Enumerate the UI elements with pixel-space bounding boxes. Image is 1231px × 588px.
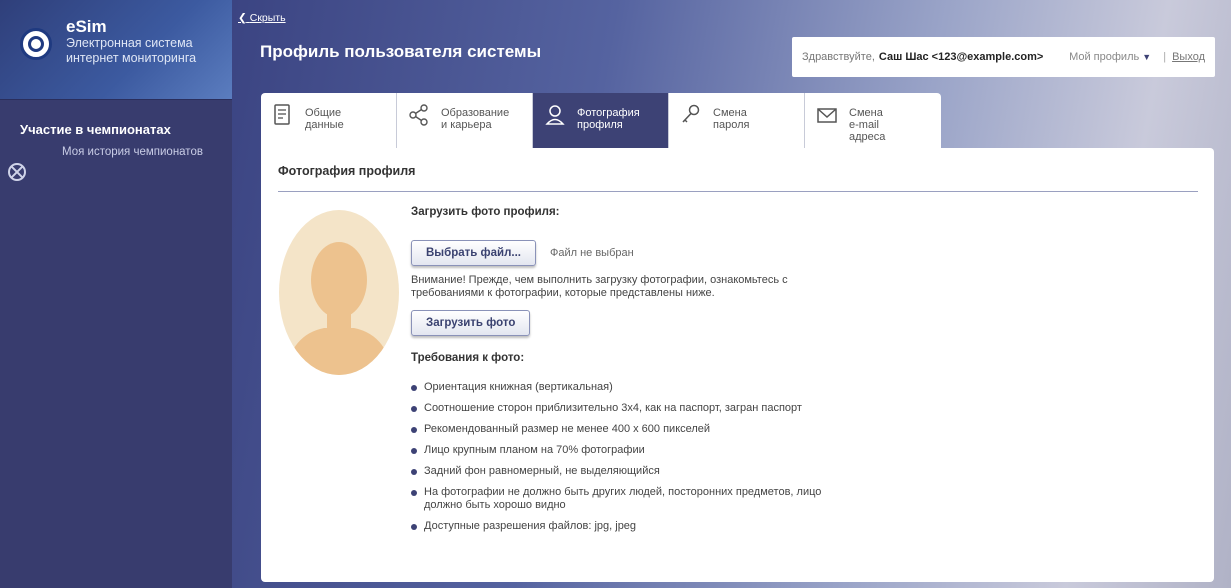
list-item: Соотношение сторон приблизительно 3х4, к… [411, 402, 851, 415]
chevron-left-icon: ❮ [238, 12, 247, 24]
brand-subtitle-2: интернет мониторинга [66, 51, 197, 65]
logo-icon [20, 28, 52, 60]
user-box: Здравствуйте, Саш Шас <123@example.com> … [792, 37, 1215, 77]
hide-link-label: Скрыть [249, 12, 286, 24]
user-name: Саш Шас <123@example.com> [878, 51, 1044, 63]
upload-label: Загрузить фото профиля: [411, 206, 560, 218]
key-icon [682, 104, 700, 123]
tab-general-data[interactable]: Общие данные [261, 93, 397, 148]
chevron-down-icon: ▼ [1142, 52, 1152, 62]
brand-block[interactable]: eSim Электронная система интернет монито… [0, 0, 232, 100]
avatar-placeholder-icon [279, 210, 399, 375]
user-photo-icon [545, 105, 565, 125]
tab-education-career[interactable]: Образование и карьера [397, 93, 533, 148]
upload-column: Загрузить фото профиля: Выбрать файл... … [411, 206, 931, 541]
upload-photo-button[interactable]: Загрузить фото [411, 310, 531, 336]
my-profile-menu[interactable]: Мой профиль ▼ [1069, 51, 1151, 63]
list-item: Ориентация книжная (вертикальная) [411, 381, 851, 394]
file-status: Файл не выбран [549, 247, 634, 259]
envelope-icon [817, 108, 837, 123]
separator: | [1163, 51, 1167, 63]
list-item: Задний фон равномерный, не выделяющийся [411, 465, 851, 478]
sidebar-item-label[interactable]: Моя история чемпионатов [62, 146, 203, 158]
my-profile-label: Мой профиль [1069, 51, 1140, 63]
tab-change-email[interactable]: Смена e-mail адреса [805, 93, 941, 148]
greeting-text: Здравствуйте, [802, 51, 875, 63]
warning-text: Внимание! Прежде, чем выполнить загрузку… [411, 274, 788, 299]
requirements-title: Требования к фото: [411, 352, 525, 364]
sidebar-item-championship-history[interactable]: Моя история чемпионатов [8, 146, 232, 181]
requirements-list: Ориентация книжная (вертикальная) Соотно… [411, 381, 931, 533]
profile-photo-panel: Фотография профиля Загрузить фото профил… [261, 148, 1214, 582]
list-item: Лицо крупным планом на 70% фотографии [411, 444, 851, 457]
page-title: Профиль пользователя системы [260, 42, 542, 61]
list-item: На фотографии не должно быть других люде… [411, 486, 851, 512]
logout-link[interactable]: Выход [1172, 51, 1205, 63]
tab-label: Общие данные [305, 107, 344, 131]
sidebar-section-title: Участие в чемпионатах [20, 122, 171, 137]
tab-profile-photo[interactable]: Фотография профиля [533, 93, 669, 148]
tab-change-password[interactable]: Смена пароля [669, 93, 805, 148]
list-item: Доступные разрешения файлов: jpg, jpeg [411, 520, 851, 533]
tab-label: Смена e-mail адреса [849, 107, 886, 143]
profile-tabs: Общие данные Образование и карьера Фотог… [261, 93, 941, 148]
tab-label: Смена пароля [713, 107, 750, 131]
brand-name: eSim [66, 17, 107, 36]
divider [278, 191, 1198, 192]
list-item: Рекомендованный размер не менее 400 x 60… [411, 423, 851, 436]
document-icon [274, 104, 290, 125]
circle-cross-icon [8, 163, 26, 181]
tab-label: Фотография профиля [577, 107, 640, 131]
share-icon [409, 104, 428, 126]
tab-label: Образование и карьера [441, 107, 510, 131]
hide-sidebar-link[interactable]: ❮ Скрыть [238, 12, 286, 24]
choose-file-button[interactable]: Выбрать файл... [411, 240, 536, 266]
sidebar: eSim Электронная система интернет монито… [0, 0, 232, 588]
panel-title: Фотография профиля [278, 164, 416, 178]
brand-subtitle-1: Электронная система [66, 36, 193, 50]
